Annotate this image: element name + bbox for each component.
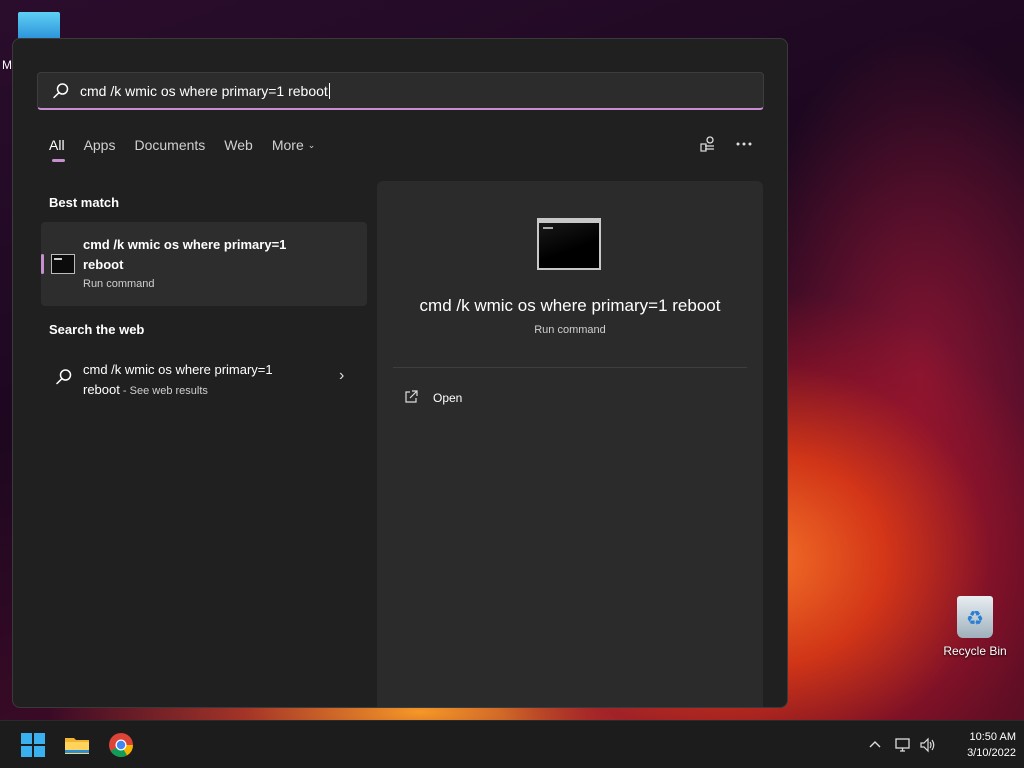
more-options-icon[interactable] — [735, 135, 753, 153]
tab-more[interactable]: More ⌄ — [272, 137, 315, 163]
best-match-heading: Best match — [49, 195, 120, 210]
windows-start-icon[interactable] — [19, 731, 47, 759]
web-result-line1: cmd /k wmic os where primary=1 — [83, 362, 273, 377]
command-prompt-icon — [537, 218, 601, 270]
search-panel: cmd /k wmic os where primary=1 reboot Al… — [12, 38, 788, 708]
recycle-bin[interactable]: Recycle Bin — [940, 596, 1010, 658]
desktop-shortcut-icon[interactable] — [18, 12, 60, 40]
chevron-down-icon: ⌄ — [307, 140, 316, 150]
text-caret — [328, 83, 330, 99]
tab-documents[interactable]: Documents — [134, 137, 205, 163]
recycle-bin-icon — [957, 596, 993, 638]
search-icon — [53, 83, 69, 99]
search-query: cmd /k wmic os where primary=1 reboot — [80, 83, 330, 99]
best-match-result[interactable]: cmd /k wmic os where primary=1 reboot Ru… — [41, 222, 367, 306]
chevron-up-icon[interactable] — [866, 736, 884, 754]
divider — [393, 367, 747, 368]
web-result-suffix: - See web results — [119, 385, 208, 397]
web-result-text: cmd /k wmic os where primary=1 reboot - … — [83, 360, 323, 401]
open-external-icon — [405, 390, 418, 403]
detail-pane: cmd /k wmic os where primary=1 reboot Ru… — [377, 181, 763, 707]
panel-actions — [699, 135, 753, 153]
search-web-heading: Search the web — [49, 322, 145, 337]
best-match-title-line2: reboot — [83, 257, 124, 272]
tab-active-indicator — [52, 159, 65, 162]
detail-subtitle: Run command — [534, 324, 606, 336]
web-result-line2: reboot — [83, 382, 120, 397]
search-icon — [56, 369, 72, 385]
web-search-result[interactable]: cmd /k wmic os where primary=1 reboot - … — [41, 351, 367, 407]
clock-date: 3/10/2022 — [967, 747, 1016, 759]
network-icon[interactable] — [894, 736, 912, 754]
taskbar: 10:50 AM 3/10/2022 — [0, 720, 1024, 768]
file-explorer-icon[interactable] — [63, 731, 91, 759]
best-match-title: cmd /k wmic os where primary=1 reboot — [83, 235, 333, 275]
tab-web[interactable]: Web — [224, 137, 253, 163]
detail-title: cmd /k wmic os where primary=1 reboot — [419, 296, 721, 315]
filter-tabs: All Apps Documents Web More ⌄ — [49, 137, 334, 167]
tab-apps[interactable]: Apps — [84, 137, 116, 163]
desktop-shortcut-label: M — [2, 58, 12, 72]
tab-all-label: All — [49, 137, 65, 153]
command-prompt-icon — [51, 254, 75, 274]
chrome-icon[interactable] — [107, 731, 135, 759]
tab-more-label: More — [271, 137, 304, 153]
account-switch-icon[interactable] — [699, 135, 717, 153]
search-input[interactable]: cmd /k wmic os where primary=1 reboot — [37, 72, 764, 110]
recycle-bin-label: Recycle Bin — [943, 644, 1007, 658]
open-action[interactable]: Open — [393, 383, 747, 413]
volume-icon[interactable] — [919, 736, 937, 754]
tab-apps-label: Apps — [83, 137, 116, 153]
chevron-right-icon: › — [339, 367, 345, 384]
tab-all[interactable]: All — [49, 137, 65, 163]
selection-accent — [41, 254, 44, 274]
best-match-title-line1: cmd /k wmic os where primary=1 — [83, 237, 287, 252]
clock-time: 10:50 AM — [969, 731, 1016, 743]
tab-web-label: Web — [224, 137, 253, 153]
tab-documents-label: Documents — [134, 137, 206, 153]
clock[interactable]: 10:50 AM 3/10/2022 — [936, 729, 1016, 761]
open-action-label: Open — [433, 391, 463, 405]
best-match-subtitle: Run command — [83, 278, 155, 290]
